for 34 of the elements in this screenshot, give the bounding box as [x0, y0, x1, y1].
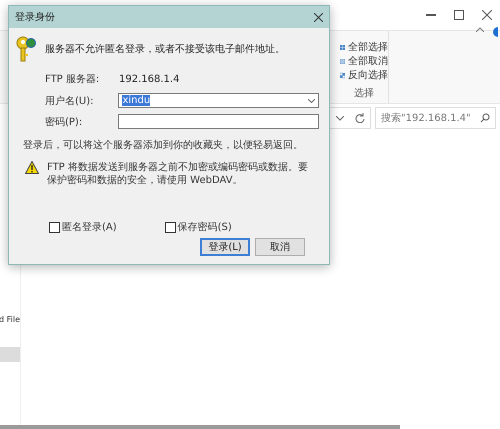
- cancel-button[interactable]: 取消: [255, 238, 305, 256]
- select-icon: [340, 70, 345, 80]
- warning-text: FTP 将数据发送到服务器之前不加密或编码密码或数据。要保护密码和数据的安全，请使用 WebDAV。: [47, 160, 309, 188]
- checkbox[interactable]: 保存密码(S): [164, 220, 232, 234]
- server-address: 192.168.1.4: [119, 74, 180, 84]
- ribbon-command[interactable]: 全部选择: [340, 41, 388, 53]
- dialog-title: 登录身份: [15, 11, 55, 24]
- field-label: FTP 服务器:: [45, 73, 100, 86]
- login-button[interactable]: 登录(L): [200, 238, 250, 256]
- refresh-icon[interactable]: [354, 113, 364, 123]
- scrollbar[interactable]: [0, 425, 400, 429]
- maximize-button[interactable]: [452, 8, 466, 22]
- username-combobox[interactable]: xindu: [118, 93, 319, 108]
- dropdown-caret-icon[interactable]: [336, 116, 344, 120]
- key-icon: [15, 36, 37, 62]
- dropdown-caret-icon: [308, 98, 315, 102]
- warning-icon: [25, 160, 39, 174]
- close-button[interactable]: [480, 8, 494, 22]
- info-text: 登录后，可以将这个服务器添加到你的收藏夹，以便轻易返回。: [23, 139, 303, 152]
- field-label: 密码(P):: [45, 116, 84, 128]
- minimize-icon: [426, 14, 436, 16]
- maximize-icon: [454, 10, 464, 20]
- error-message: 服务器不允许匿名登录，或者不接受该电子邮件地址。: [45, 42, 285, 56]
- checkbox[interactable]: 匿名登录(A): [49, 220, 117, 234]
- close-icon[interactable]: [314, 12, 323, 22]
- search-field[interactable]: 搜索"192.168.1.4": [375, 107, 496, 129]
- search-icon: [480, 113, 490, 123]
- caret-icon[interactable]: [476, 27, 484, 32]
- close-icon: [482, 10, 492, 20]
- field-label: 用户名(U):: [45, 94, 94, 108]
- ribbon-group-label: 选择: [353, 86, 375, 100]
- ribbon-command[interactable]: 全部取消: [340, 55, 388, 67]
- password-field[interactable]: [118, 114, 319, 129]
- ribbon-command[interactable]: 反向选择: [340, 69, 388, 81]
